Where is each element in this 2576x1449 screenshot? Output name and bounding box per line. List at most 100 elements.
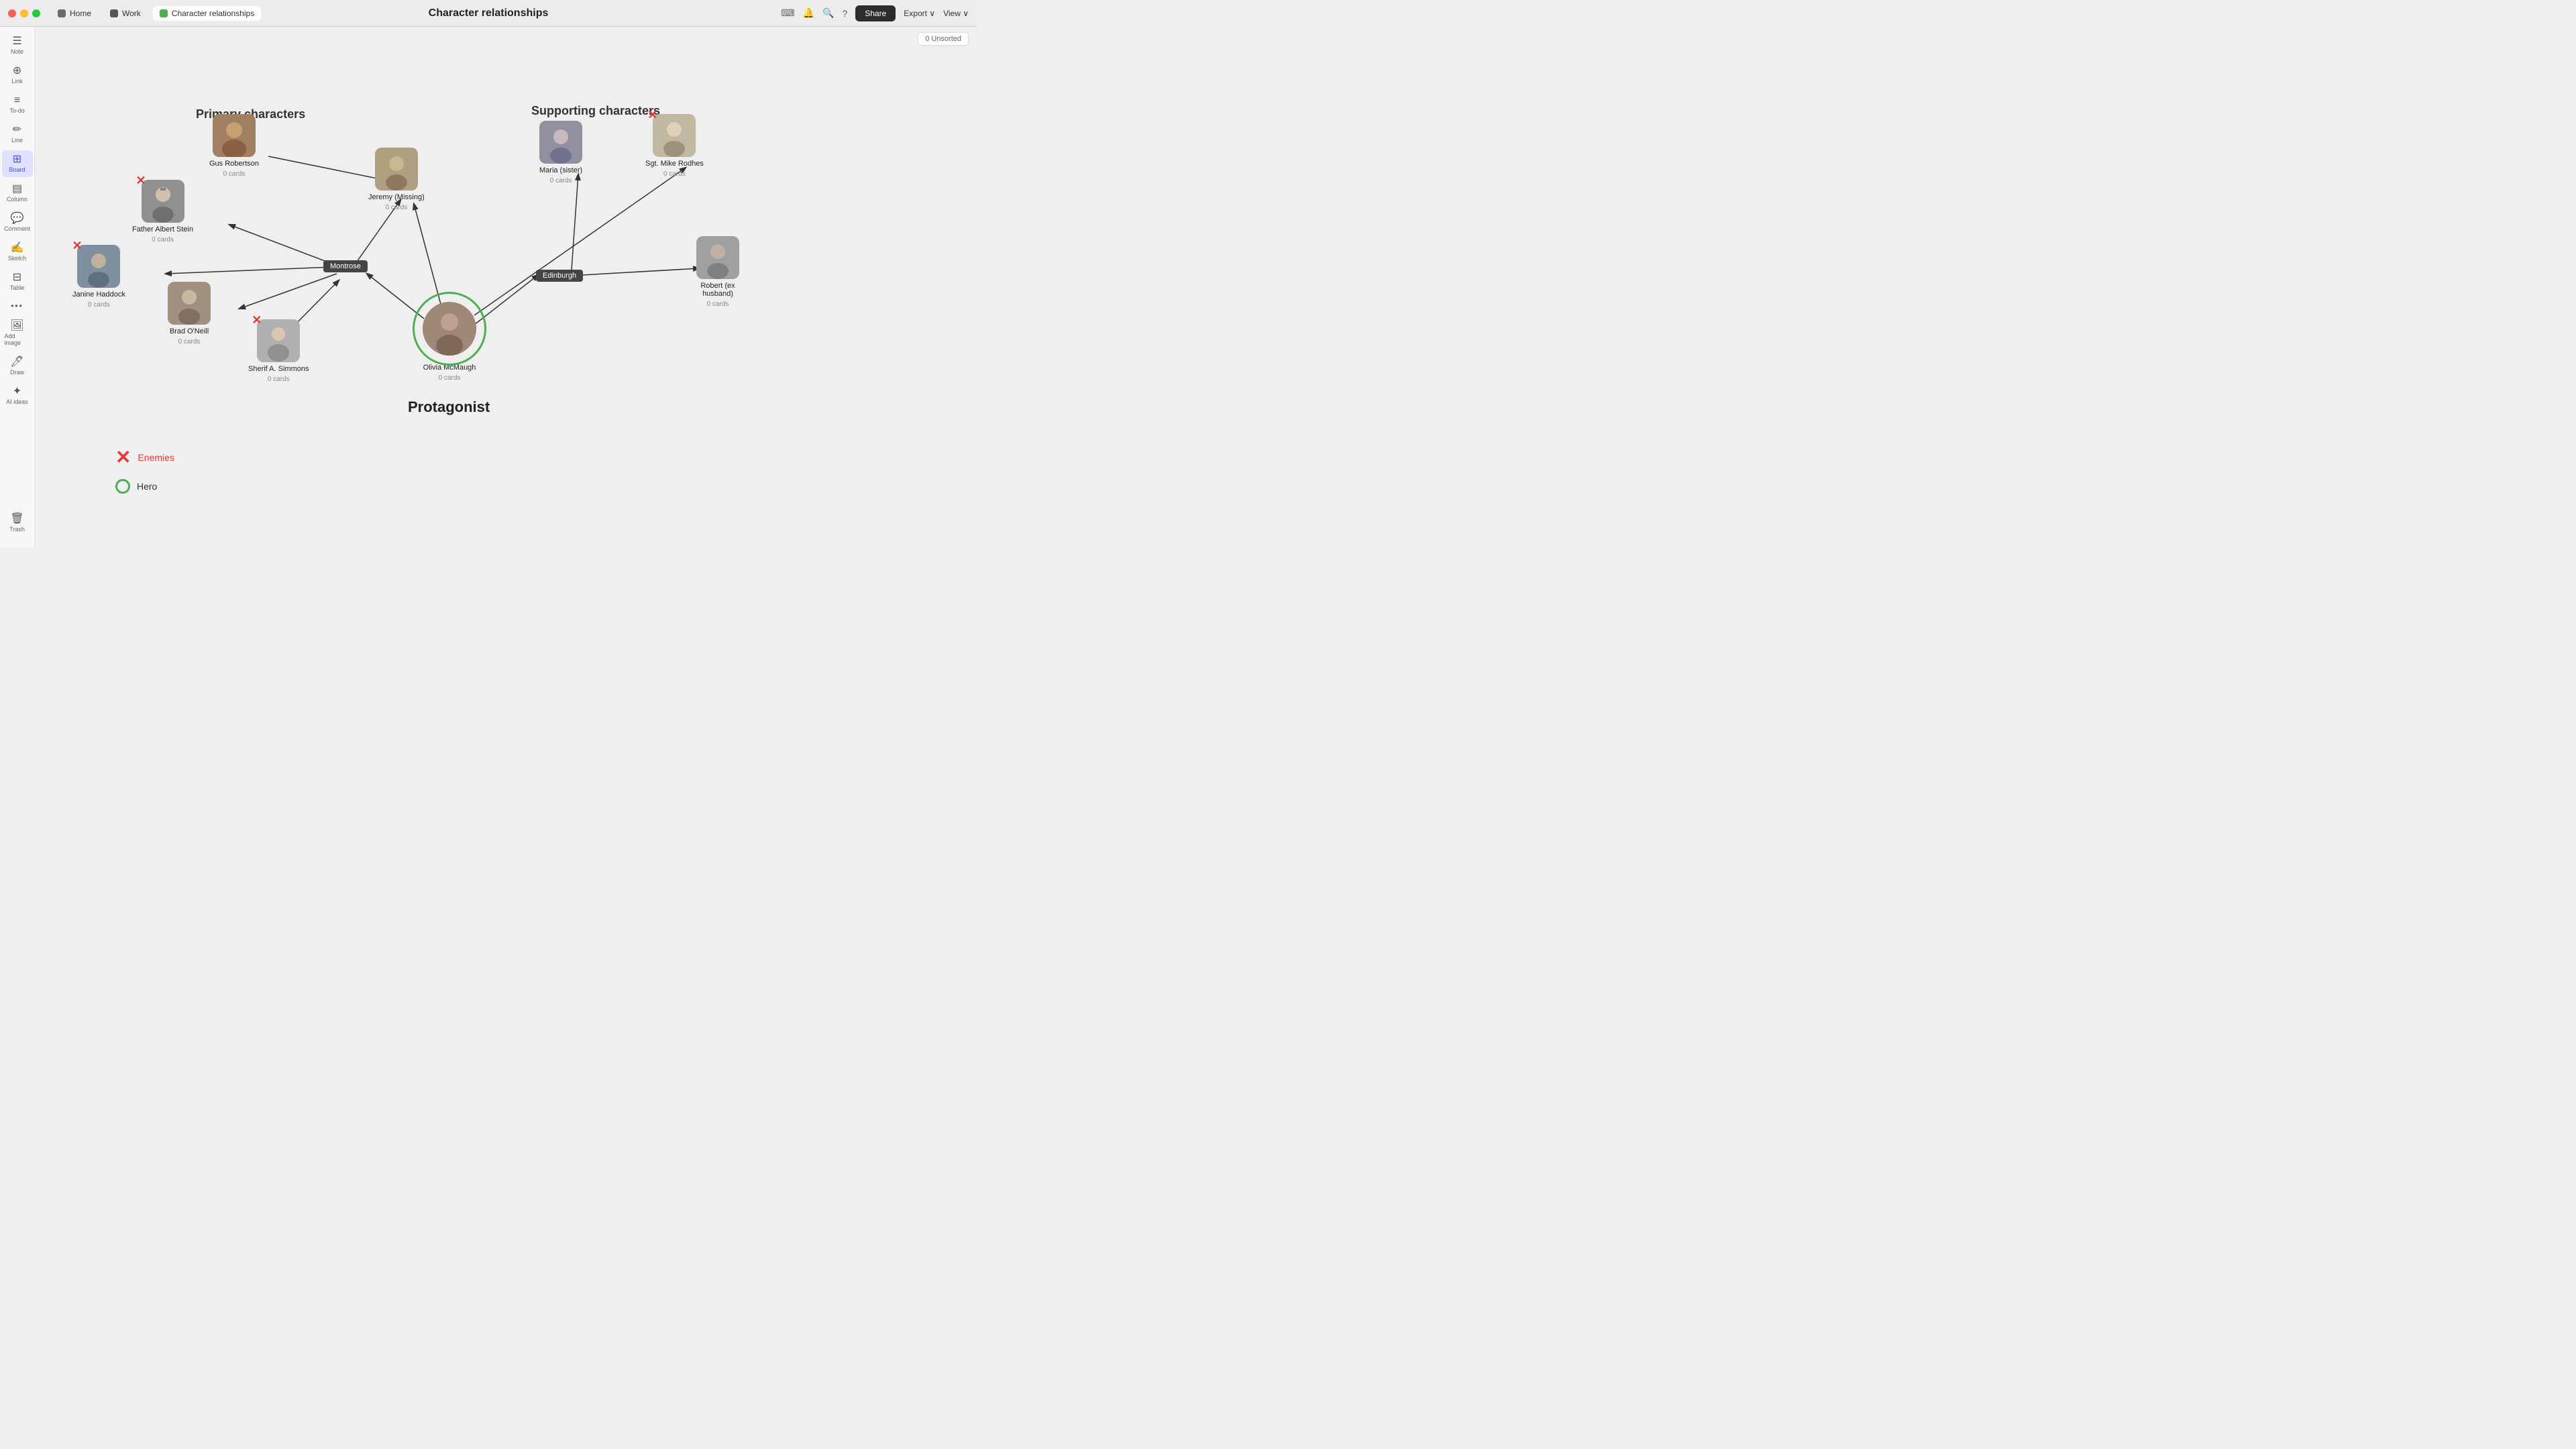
robert-name: Robert (ex husband)	[684, 282, 751, 298]
protagonist-label: Protagonist	[408, 398, 490, 416]
help-icon[interactable]: ?	[842, 8, 847, 19]
janine-cards: 0 cards	[88, 301, 110, 309]
sidebar-item-comment[interactable]: 💬 Comment	[2, 209, 33, 236]
sidebar-item-column[interactable]: ▤ Column	[2, 180, 33, 207]
tablet-icon[interactable]: ⌨	[781, 7, 794, 19]
legend-enemies: ✕ Enemies	[115, 446, 174, 468]
cr-tab-icon	[160, 9, 168, 17]
home-tab-label: Home	[70, 9, 91, 18]
sidebar-item-sketch[interactable]: ✍ Sketch	[2, 239, 33, 266]
char-sherif[interactable]: ✕ Sherif A. Simmons 0 cards	[248, 319, 309, 383]
olivia-cards: 0 cards	[439, 374, 461, 382]
legend-hero-icon	[115, 479, 130, 494]
char-gus[interactable]: Gus Robertson 0 cards	[209, 114, 259, 178]
gus-avatar	[213, 114, 256, 157]
sgt-avatar	[653, 114, 696, 157]
home-tab-icon	[58, 9, 66, 17]
robert-cards: 0 cards	[707, 301, 729, 308]
sidebar-item-todo[interactable]: ≡ To-do	[2, 91, 33, 118]
father-cards: 0 cards	[152, 236, 174, 244]
char-janine[interactable]: ✕ Janine Haddock 0 cards	[72, 245, 125, 309]
sidebar-item-addimage[interactable]: 🖼 Add image	[2, 317, 33, 350]
sketch-icon: ✍	[11, 243, 24, 254]
page-title: Character relationships	[429, 7, 549, 19]
legend-hero: Hero	[115, 479, 174, 494]
sidebar-item-more[interactable]: •••	[2, 298, 33, 314]
work-tab-label: Work	[122, 9, 141, 18]
table-label: Table	[10, 284, 25, 291]
minimize-button[interactable]	[20, 9, 28, 17]
jeremy-cards: 0 cards	[385, 204, 407, 211]
brad-name: Brad O'Neill	[170, 327, 209, 335]
janine-name: Janine Haddock	[72, 290, 125, 299]
location-montrose[interactable]: Montrose	[323, 260, 368, 272]
table-icon: ⊟	[13, 272, 21, 283]
father-avatar	[142, 180, 184, 223]
addimage-icon: 🖼	[10, 321, 23, 331]
jeremy-name: Jeremy (Missing)	[368, 193, 425, 201]
char-jeremy[interactable]: Jeremy (Missing) 0 cards	[368, 148, 425, 211]
search-icon[interactable]: 🔍	[822, 7, 834, 19]
char-father[interactable]: ✕ Father Albert Stein 0 cards	[132, 180, 193, 244]
sidebar-item-link[interactable]: ⊕ Link	[2, 62, 33, 89]
line-icon: ✏	[13, 125, 21, 136]
janine-enemy-mark: ✕	[72, 239, 82, 252]
maria-name: Maria (sister)	[539, 166, 582, 174]
draw-icon: 🖊	[10, 357, 23, 368]
sidebar-item-aiideas[interactable]: ✦ AI ideas	[2, 382, 33, 409]
char-maria[interactable]: Maria (sister) 0 cards	[539, 121, 582, 184]
supporting-group-label: Supporting characters	[531, 104, 660, 118]
maria-avatar	[539, 121, 582, 164]
cr-tab-label: Character relationships	[172, 9, 254, 18]
unsorted-badge: 0 Unsorted	[918, 32, 969, 46]
main-canvas: 0 Unsorted	[35, 27, 977, 547]
view-button[interactable]: View ∨	[943, 9, 969, 18]
legend: ✕ Enemies Hero	[115, 446, 174, 494]
sidebar-item-table[interactable]: ⊟ Table	[2, 268, 33, 295]
tab-work[interactable]: Work	[103, 6, 148, 21]
more-icon: •••	[11, 302, 23, 310]
location-edinburgh[interactable]: Edinburgh	[536, 270, 583, 282]
father-enemy-mark: ✕	[136, 174, 146, 186]
char-robert[interactable]: Robert (ex husband) 0 cards	[684, 236, 751, 308]
sidebar-item-note[interactable]: ☰ Note	[2, 32, 33, 59]
sherif-enemy-mark: ✕	[252, 314, 262, 326]
sidebar: ☰ Note ⊕ Link ≡ To-do ✏ Line ⊞ Board ▤ C…	[0, 27, 35, 547]
sidebar-item-trash[interactable]: 🗑 Trash	[2, 510, 33, 537]
jeremy-avatar	[375, 148, 418, 191]
notification-icon[interactable]: 🔔	[803, 7, 814, 19]
board-label: Board	[9, 166, 25, 173]
trash-label: Trash	[9, 526, 25, 533]
gus-cards: 0 cards	[223, 170, 246, 178]
link-label: Link	[11, 78, 23, 85]
sidebar-item-draw[interactable]: 🖊 Draw	[2, 353, 33, 380]
brad-cards: 0 cards	[178, 338, 201, 345]
addimage-label: Add image	[5, 333, 30, 346]
trash-icon: 🗑	[10, 514, 23, 525]
janine-avatar	[77, 245, 120, 288]
sidebar-item-board[interactable]: ⊞ Board	[2, 150, 33, 177]
tab-home[interactable]: Home	[51, 6, 98, 21]
titlebar-actions: ⌨ 🔔 🔍 ? Share Export ∨ View ∨	[781, 5, 969, 21]
share-button[interactable]: Share	[855, 5, 896, 21]
maria-cards: 0 cards	[550, 177, 572, 184]
tab-bar: Home Work Character relationships	[51, 6, 261, 21]
traffic-lights	[0, 9, 40, 17]
aiideas-label: AI ideas	[6, 398, 28, 405]
char-sgt[interactable]: ✕ Sgt. Mike Rodhes 0 cards	[645, 114, 704, 178]
robert-avatar	[696, 236, 739, 279]
maximize-button[interactable]	[32, 9, 40, 17]
char-olivia[interactable]: Olivia McMaugh 0 cards	[423, 302, 476, 382]
gus-name: Gus Robertson	[209, 160, 259, 168]
todo-label: To-do	[9, 107, 25, 114]
sidebar-item-line[interactable]: ✏ Line	[2, 121, 33, 148]
work-tab-icon	[110, 9, 118, 17]
tab-character-relationships[interactable]: Character relationships	[153, 6, 261, 21]
olivia-avatar	[423, 302, 476, 356]
close-button[interactable]	[8, 9, 16, 17]
legend-enemy-icon: ✕	[115, 446, 131, 468]
sherif-avatar	[257, 319, 300, 362]
export-button[interactable]: Export ∨	[904, 9, 935, 18]
char-brad[interactable]: Brad O'Neill 0 cards	[168, 282, 211, 345]
column-label: Column	[7, 196, 28, 203]
